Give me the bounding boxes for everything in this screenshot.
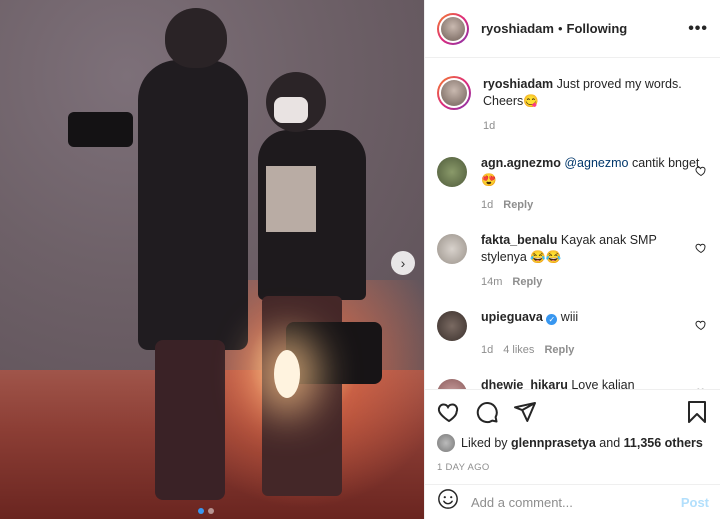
- header-separator: •: [557, 21, 563, 36]
- comments-list: ryoshiadam Just proved my words. Cheers😋…: [425, 58, 720, 389]
- following-button[interactable]: Following: [567, 21, 628, 36]
- likes-summary: Liked by glennprasetya and 11,356 others: [437, 434, 709, 452]
- comment-username[interactable]: upieguava: [481, 310, 543, 324]
- reply-button[interactable]: Reply: [544, 342, 574, 359]
- avatar[interactable]: [437, 434, 455, 452]
- likes-user[interactable]: glennprasetya: [511, 436, 596, 450]
- photo-person-left-legs: [155, 340, 225, 500]
- list-item: agn.agnezmo @agnezmo cantik bnget😍 1d Re…: [437, 155, 709, 214]
- comment-time[interactable]: 1d: [481, 197, 493, 214]
- post-sidebar: ryoshiadam • Following ••• ryoshiadam Ju…: [424, 0, 720, 519]
- photo-person-left: [138, 60, 248, 350]
- comment-username[interactable]: agn.agnezmo: [481, 156, 561, 170]
- post-actions: Liked by glennprasetya and 11,356 others…: [425, 389, 720, 473]
- likes-prefix: Liked by: [461, 436, 508, 450]
- emoji-icon[interactable]: [437, 488, 459, 516]
- avatar[interactable]: [437, 12, 469, 45]
- comment-time[interactable]: 1d: [481, 342, 493, 359]
- carousel-dot: [208, 508, 214, 514]
- action-icons: [437, 390, 709, 434]
- share-icon[interactable]: [513, 400, 537, 424]
- comment-username[interactable]: dhewie_hikaru: [481, 378, 568, 389]
- likes-others[interactable]: 11,356 others: [624, 436, 703, 450]
- photo-studio-light: [286, 322, 382, 384]
- bookmark-icon[interactable]: [685, 400, 709, 424]
- heart-icon[interactable]: [437, 400, 461, 424]
- add-comment-bar: Post: [425, 484, 720, 519]
- avatar[interactable]: [437, 234, 467, 264]
- photo-camera-gimbal: [68, 112, 133, 147]
- avatar[interactable]: [437, 157, 467, 187]
- caption-username[interactable]: ryoshiadam: [483, 77, 553, 91]
- post-header: ryoshiadam • Following •••: [425, 0, 720, 58]
- comment-icon[interactable]: [475, 400, 499, 424]
- post-photo[interactable]: ›: [0, 0, 424, 519]
- list-item: fakta_benalu Kayak anak SMP stylenya 😂😂 …: [437, 232, 709, 291]
- heart-icon[interactable]: [695, 242, 707, 257]
- reply-button[interactable]: Reply: [512, 274, 542, 291]
- photo-person-right-mask: [274, 97, 308, 123]
- chevron-right-icon[interactable]: ›: [391, 251, 415, 275]
- post-button[interactable]: Post: [681, 495, 709, 510]
- heart-icon[interactable]: [695, 319, 707, 334]
- heart-icon[interactable]: [695, 165, 707, 180]
- comment-mention[interactable]: @agnezmo: [564, 156, 628, 170]
- post-timestamp[interactable]: 1 DAY AGO: [437, 462, 709, 473]
- photo-light-lens: [274, 350, 300, 398]
- more-icon[interactable]: •••: [688, 20, 708, 38]
- carousel-dot: [198, 508, 204, 514]
- list-item: dhewie_hikaru Love kalian: [437, 377, 709, 389]
- avatar[interactable]: [437, 76, 471, 110]
- verified-icon: ✓: [546, 314, 558, 325]
- post-author-name[interactable]: ryoshiadam: [481, 21, 554, 36]
- photo-person-left-head: [165, 8, 227, 68]
- caption-time[interactable]: 1d: [483, 118, 495, 135]
- likes-and: and: [599, 436, 621, 450]
- caption: ryoshiadam Just proved my words. Cheers😋…: [437, 76, 709, 135]
- comment-time[interactable]: 14m: [481, 274, 502, 291]
- list-item: upieguava ✓ wiii 1d 4 likes Reply: [437, 309, 709, 359]
- comment-text: wiii: [560, 310, 579, 324]
- comment-likes[interactable]: 4 likes: [503, 342, 534, 359]
- comment-input[interactable]: [471, 494, 661, 510]
- comment-username[interactable]: fakta_benalu: [481, 233, 557, 247]
- carousel-dots: [198, 508, 214, 514]
- avatar[interactable]: [437, 379, 467, 389]
- avatar[interactable]: [437, 311, 467, 341]
- comment-text: Love kalian: [571, 378, 635, 389]
- photo-shirt-print: [266, 166, 316, 232]
- reply-button[interactable]: Reply: [503, 197, 533, 214]
